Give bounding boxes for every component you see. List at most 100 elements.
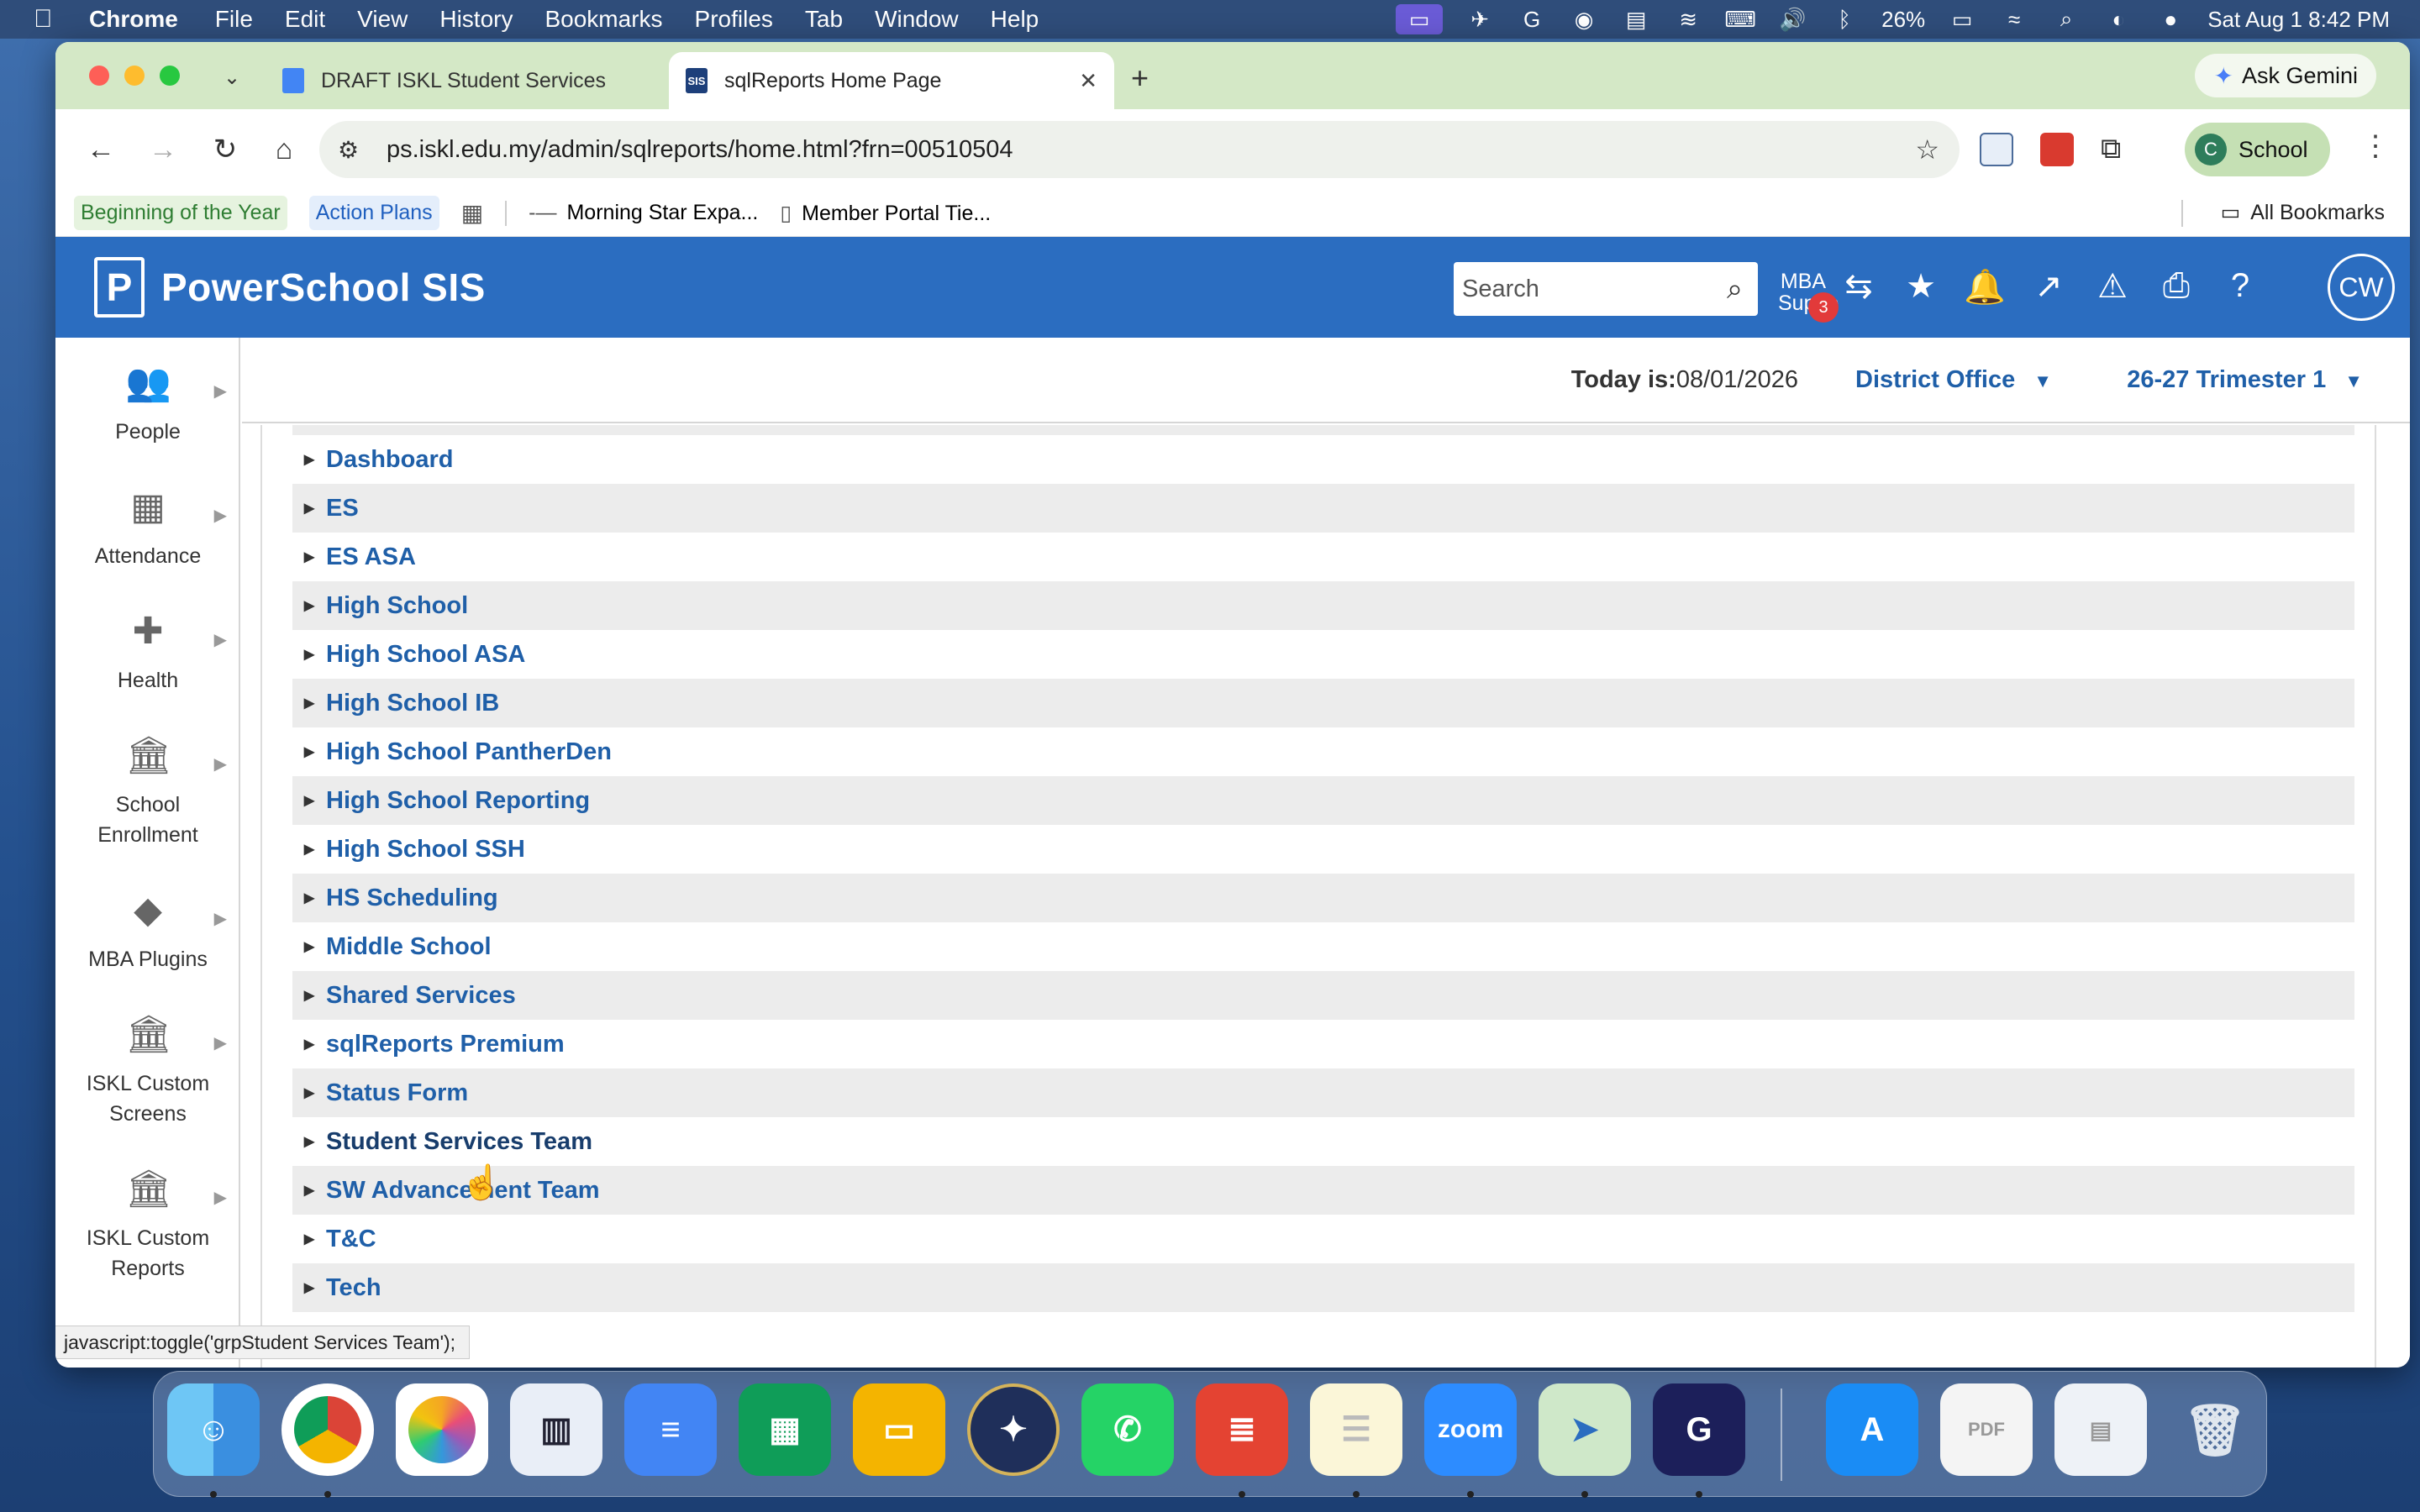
- volume-icon[interactable]: 🔊: [1777, 7, 1807, 32]
- expand-triangle-icon[interactable]: ▶: [292, 1084, 326, 1101]
- report-group-link[interactable]: High School PantherDen: [326, 738, 612, 766]
- menu-view[interactable]: View: [357, 6, 408, 33]
- sidebar-item-school-enrollment[interactable]: 🏛 School Enrollment ▶: [55, 734, 240, 850]
- expand-triangle-icon[interactable]: ▶: [292, 1279, 326, 1296]
- report-group-link[interactable]: ES: [326, 495, 359, 522]
- expand-triangle-icon[interactable]: ▶: [292, 646, 326, 663]
- report-group-row[interactable]: ▶ Tech: [292, 1263, 2354, 1312]
- dock-grammarly-icon[interactable]: G: [1653, 1383, 1745, 1476]
- report-group-row[interactable]: ▶ High School IB: [292, 679, 2354, 727]
- wifi-icon[interactable]: ≈: [1999, 7, 2029, 32]
- menu-app-name[interactable]: Chrome: [89, 6, 178, 33]
- report-group-row[interactable]: ▶ High School SSH: [292, 825, 2354, 874]
- dock-pdf-stack-icon[interactable]: PDF: [1940, 1383, 2033, 1476]
- report-group-link[interactable]: Tech: [326, 1274, 381, 1302]
- notifications-bell-icon[interactable]: 🔔: [1963, 267, 2007, 307]
- siri-icon[interactable]: ●: [2155, 7, 2186, 32]
- expand-triangle-icon[interactable]: ▶: [292, 549, 326, 565]
- home-icon[interactable]: ⌂: [260, 126, 308, 173]
- report-group-link[interactable]: sqlReports Premium: [326, 1031, 565, 1058]
- all-bookmarks-button[interactable]: ▭ All Bookmarks: [2221, 200, 2385, 225]
- menu-bookmarks[interactable]: Bookmarks: [544, 6, 662, 33]
- screen-share-icon[interactable]: ▭: [1396, 4, 1444, 34]
- expand-triangle-icon[interactable]: ▶: [292, 451, 326, 468]
- dock-presenter-icon[interactable]: ▥: [510, 1383, 602, 1476]
- dock-notes-icon[interactable]: ☰: [1310, 1383, 1402, 1476]
- close-window-button[interactable]: [89, 66, 109, 86]
- reload-icon[interactable]: ↻: [202, 126, 249, 173]
- report-group-link[interactable]: Shared Services: [326, 982, 516, 1010]
- menu-edit[interactable]: Edit: [285, 6, 325, 33]
- expand-triangle-icon[interactable]: ▶: [292, 743, 326, 760]
- minimize-window-button[interactable]: [124, 66, 145, 86]
- report-group-row[interactable]: ▶ Status Form: [292, 1068, 2354, 1117]
- report-group-link[interactable]: Middle School: [326, 933, 492, 961]
- menubar-clock[interactable]: Sat Aug 1 8:42 PM: [2207, 7, 2390, 33]
- report-group-row[interactable]: ▶ ES: [292, 484, 2354, 533]
- report-group-link[interactable]: Status Form: [326, 1079, 468, 1107]
- dock-google-slides-icon[interactable]: ▭: [853, 1383, 945, 1476]
- report-group-link[interactable]: Dashboard: [326, 446, 453, 474]
- extension-todoist-icon[interactable]: [2040, 133, 2074, 166]
- user-avatar[interactable]: CW: [2328, 254, 2395, 321]
- tab-sqlreports[interactable]: SIS sqlReports Home Page ✕: [669, 52, 1114, 109]
- spotlight-search-icon[interactable]: ⌕: [2051, 6, 2081, 31]
- report-group-link[interactable]: High School: [326, 592, 468, 620]
- report-group-link[interactable]: HS Scheduling: [326, 885, 498, 912]
- expand-triangle-icon[interactable]: ▶: [292, 987, 326, 1004]
- menu-profiles[interactable]: Profiles: [695, 6, 773, 33]
- menu-window[interactable]: Window: [875, 6, 959, 33]
- powerschool-logo-icon[interactable]: P: [94, 257, 145, 318]
- sidebar-item-health[interactable]: ✚ Health ▶: [55, 610, 240, 696]
- forward-arrow-icon[interactable]: →: [139, 126, 187, 173]
- battery-icon[interactable]: ▭: [1947, 7, 1977, 32]
- dock-finder-icon[interactable]: ☺: [167, 1383, 260, 1476]
- term-selector-dropdown[interactable]: 26-27 Trimester 1 ▼: [2127, 366, 2363, 394]
- menu-help[interactable]: Help: [991, 6, 1039, 33]
- back-arrow-icon[interactable]: ←: [77, 126, 124, 173]
- dock-todoist-icon[interactable]: ≣: [1196, 1383, 1288, 1476]
- external-link-icon[interactable]: ↗: [2027, 267, 2070, 306]
- expand-triangle-icon[interactable]: ▶: [292, 841, 326, 858]
- report-group-row[interactable]: ▶ALL School: [292, 425, 2354, 435]
- chrome-menu-icon[interactable]: ⋮: [2361, 129, 2390, 163]
- expand-triangle-icon[interactable]: ▶: [292, 890, 326, 906]
- help-question-icon[interactable]: ?: [2218, 267, 2262, 305]
- report-group-row[interactable]: ▶ Middle School: [292, 922, 2354, 971]
- menu-tab[interactable]: Tab: [805, 6, 843, 33]
- report-group-row[interactable]: ▶ Shared Services: [292, 971, 2354, 1020]
- dock-maps-icon[interactable]: ➤: [1539, 1383, 1631, 1476]
- zoom-window-button[interactable]: [160, 66, 180, 86]
- bookmark-member-portal[interactable]: ▯ Member Portal Tie...: [780, 201, 991, 226]
- bookmark-morning-star[interactable]: -— Morning Star Expa...: [529, 201, 758, 225]
- mba-support-button[interactable]: MBA Suppo 3: [1778, 270, 1839, 323]
- site-settings-icon[interactable]: ⚙: [338, 136, 368, 164]
- extension-upload-icon[interactable]: [1980, 133, 2013, 166]
- extensions-puzzle-icon[interactable]: ⧉: [2101, 133, 2134, 166]
- menu-history[interactable]: History: [439, 6, 513, 33]
- report-group-row[interactable]: ▶ Dashboard: [292, 435, 2354, 484]
- new-tab-plus-icon[interactable]: +: [1131, 60, 1149, 96]
- dock-google-sheets-icon[interactable]: ▦: [739, 1383, 831, 1476]
- dock-trash-icon[interactable]: 🗑: [2169, 1383, 2261, 1476]
- bookmark-action-plans[interactable]: Action Plans: [308, 196, 439, 230]
- close-tab-icon[interactable]: ✕: [1079, 68, 1097, 94]
- report-group-link[interactable]: High School ASA: [326, 641, 525, 669]
- favorites-star-icon[interactable]: ★: [1899, 267, 1943, 306]
- report-group-row[interactable]: ▶ High School Reporting: [292, 776, 2354, 825]
- expand-triangle-icon[interactable]: ▶: [292, 1133, 326, 1150]
- report-group-row[interactable]: ▶ ES ASA: [292, 533, 2354, 581]
- zoom-menubar-icon[interactable]: ◉: [1569, 7, 1599, 32]
- chat-icon[interactable]: ▤: [1621, 7, 1651, 32]
- expand-triangle-icon[interactable]: ▶: [292, 695, 326, 711]
- stack-icon[interactable]: ≋: [1673, 7, 1703, 32]
- url-text[interactable]: ps.iskl.edu.my/admin/sqlreports/home.htm…: [387, 136, 1915, 164]
- switch-arrows-icon[interactable]: ⇆: [1837, 267, 1881, 306]
- control-center-icon[interactable]: ◐: [2103, 7, 2133, 32]
- report-group-link[interactable]: T&C: [326, 1226, 376, 1253]
- sidebar-item-attendance[interactable]: ▦ Attendance ▶: [55, 486, 240, 571]
- profile-button[interactable]: C School: [2185, 123, 2330, 176]
- keyboard-icon[interactable]: ⌨: [1724, 7, 1756, 32]
- expand-triangle-icon[interactable]: ▶: [292, 1036, 326, 1053]
- school-selector-dropdown[interactable]: District Office ▼: [1855, 366, 2052, 394]
